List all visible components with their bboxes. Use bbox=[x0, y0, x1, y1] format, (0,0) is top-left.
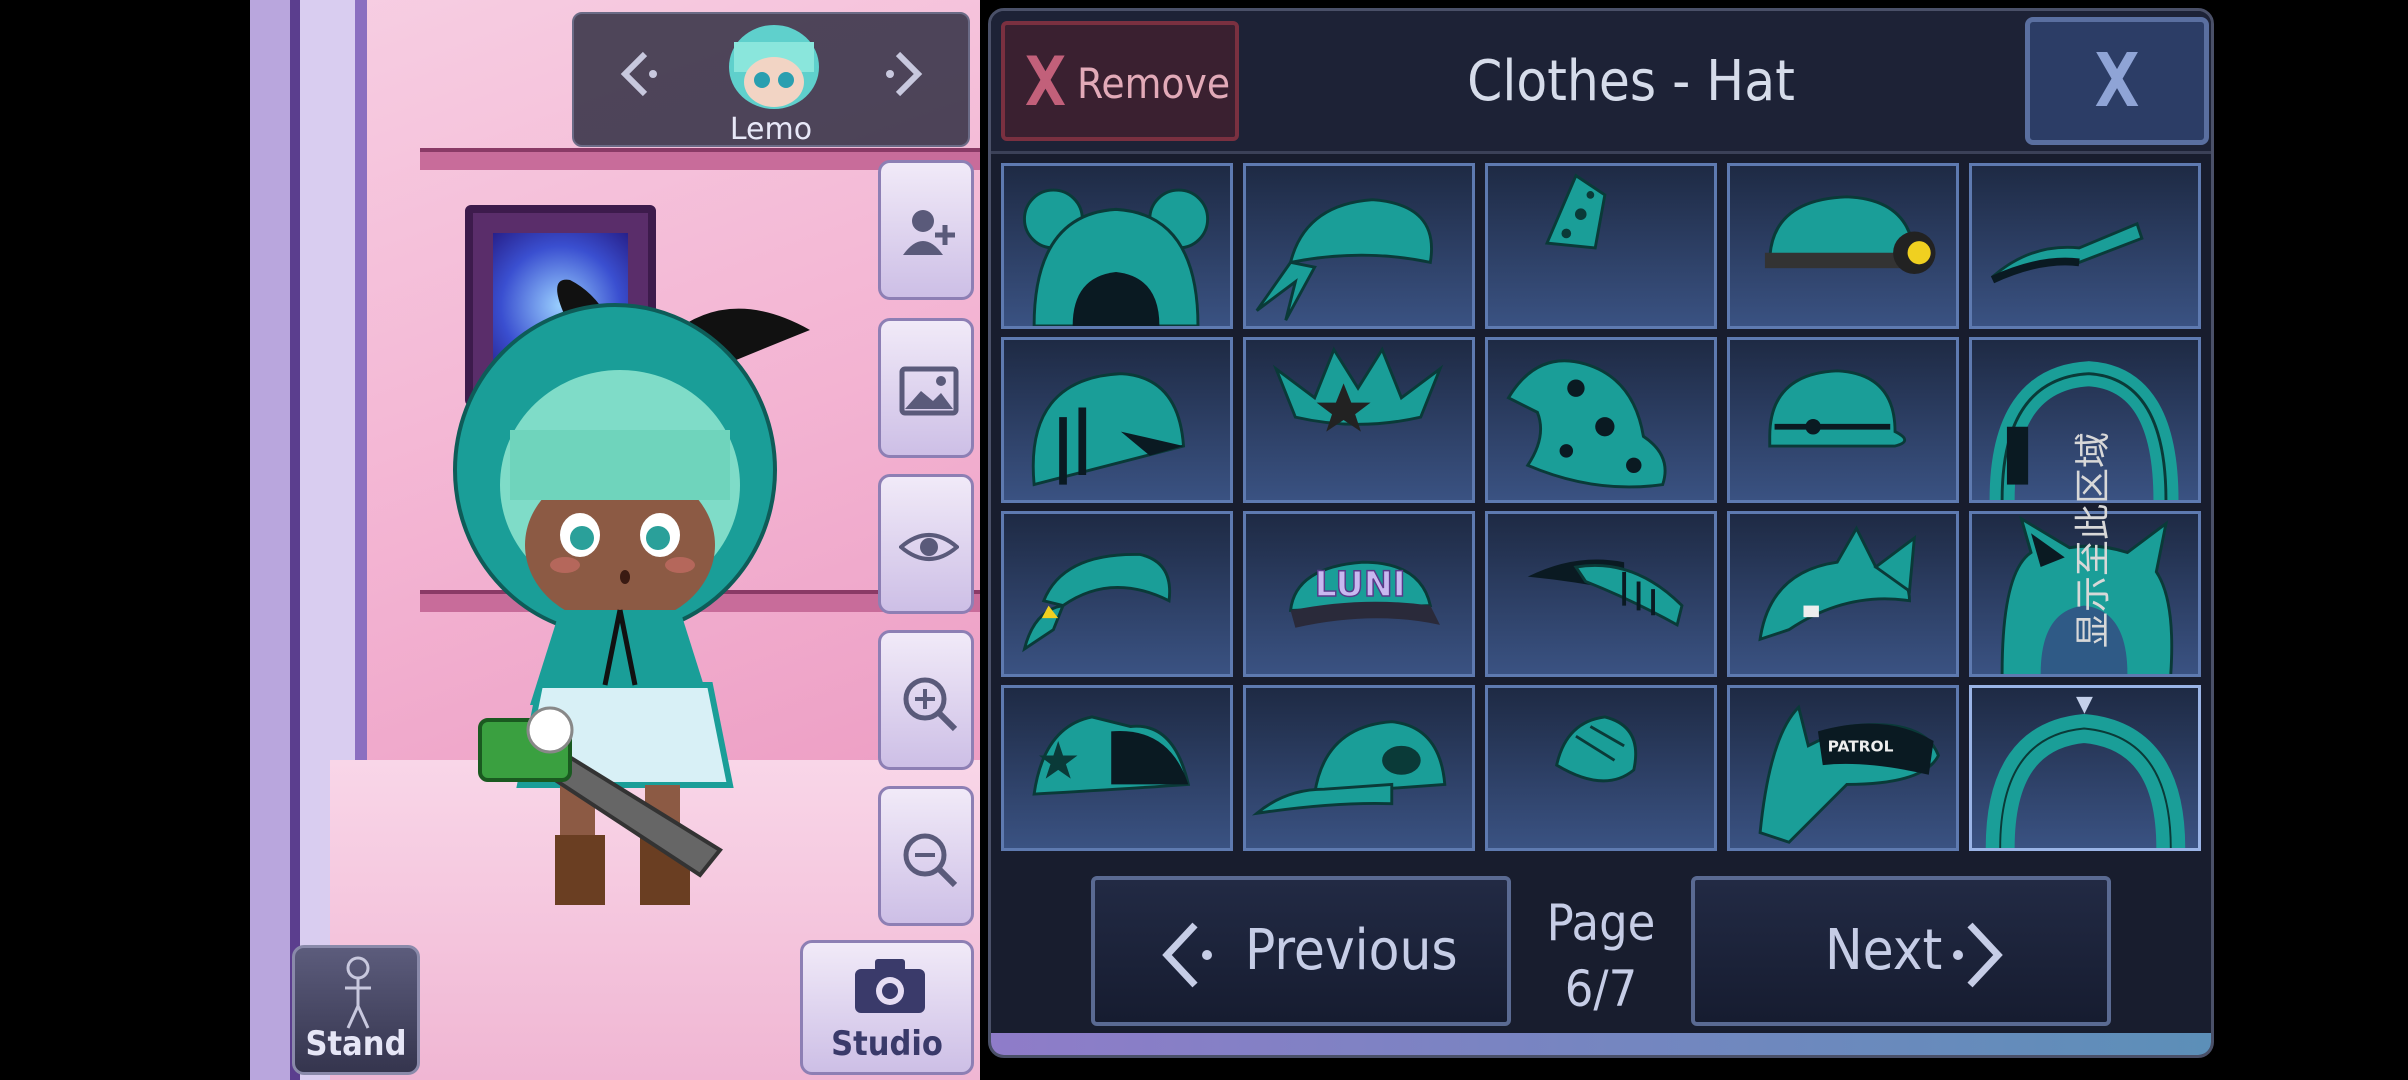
pagination: Previous Page 6/7 Next bbox=[991, 866, 2211, 1036]
panel-bottom-bar bbox=[991, 1033, 2211, 1055]
panel-header: X Remove Clothes - Hat X bbox=[991, 11, 2211, 154]
hat-item-star-cat-cap[interactable] bbox=[1001, 685, 1233, 851]
camera-icon bbox=[855, 959, 925, 1013]
svg-text:PATROL: PATROL bbox=[1828, 738, 1894, 756]
wall-pillar-edge bbox=[290, 0, 300, 1080]
studio-button[interactable]: Studio bbox=[800, 940, 974, 1075]
remove-x-icon: X bbox=[1025, 43, 1066, 122]
add-person-icon bbox=[903, 210, 955, 255]
hat-item-patrol-cap-with-ears[interactable]: PATROL bbox=[1727, 685, 1959, 851]
svg-text:LUNI: LUNI bbox=[1315, 565, 1406, 605]
next-label: Next bbox=[1825, 918, 1943, 983]
background-button[interactable] bbox=[878, 318, 974, 458]
remove-label: Remove bbox=[1077, 59, 1231, 108]
hat-item-bandana[interactable] bbox=[1243, 163, 1475, 329]
hat-item-luni-cap[interactable]: LUNI bbox=[1243, 511, 1475, 677]
character-switcher: Lemo bbox=[572, 12, 970, 147]
hat-grid: LUNI PATROL ▼ bbox=[1001, 163, 2201, 851]
display-area-hint: 显示至此区域 bbox=[2050, 0, 2130, 1080]
hat-item-bowler-hat[interactable] bbox=[1727, 337, 1959, 503]
display-area-hint-text: 显示至此区域 bbox=[2073, 431, 2114, 649]
previous-label: Previous bbox=[1245, 918, 1458, 983]
hat-item-small-beret[interactable] bbox=[1485, 685, 1717, 851]
hat-item-polka-dot-party-hat[interactable] bbox=[1485, 163, 1717, 329]
next-page-button[interactable]: Next bbox=[1691, 876, 2111, 1026]
character-scene: Lemo Stand bbox=[250, 0, 980, 1080]
chevron-right-icon bbox=[886, 51, 923, 97]
stand-button[interactable]: Stand bbox=[292, 945, 420, 1075]
page-value: 6/7 bbox=[1564, 960, 1638, 1018]
wall-pillar bbox=[250, 0, 290, 1080]
hat-item-backward-cap[interactable] bbox=[1243, 685, 1475, 851]
hat-item-cat-ear-cap[interactable] bbox=[1727, 511, 1959, 677]
visibility-button[interactable] bbox=[878, 474, 974, 614]
page-word: Page bbox=[1546, 894, 1656, 952]
clothes-panel: X Remove Clothes - Hat X LUNI PATROL ▼ P… bbox=[988, 8, 2214, 1058]
page-indicator: Page 6/7 bbox=[1531, 890, 1671, 1022]
chevron-left-icon bbox=[620, 51, 657, 97]
add-character-button[interactable] bbox=[878, 160, 974, 300]
zoom-in-button[interactable] bbox=[878, 630, 974, 770]
stand-label: Stand bbox=[305, 1024, 407, 1064]
character-sprite[interactable] bbox=[430, 265, 950, 945]
previous-page-button[interactable]: Previous bbox=[1091, 876, 1511, 1026]
hat-item-miner-helmet[interactable] bbox=[1727, 163, 1959, 329]
panel-title: Clothes - Hat bbox=[1467, 49, 1795, 114]
next-character-button[interactable] bbox=[874, 44, 934, 104]
chevron-right-icon bbox=[1953, 922, 2003, 988]
character-avatar[interactable] bbox=[724, 22, 824, 117]
hat-item-bear-ear-hood[interactable] bbox=[1001, 163, 1233, 329]
hat-item-star-crown[interactable] bbox=[1243, 337, 1475, 503]
remove-button[interactable]: X Remove bbox=[1001, 21, 1239, 141]
hat-item-baseball-cap[interactable] bbox=[1001, 511, 1233, 677]
game-screen: Lemo Stand Studio X Remove Clothes - Hat… bbox=[250, 0, 2258, 1080]
image-icon bbox=[899, 366, 959, 416]
previous-character-button[interactable] bbox=[609, 44, 669, 104]
chevron-left-icon bbox=[1162, 922, 1212, 988]
stand-figure-icon bbox=[345, 956, 371, 1029]
studio-label: Studio bbox=[831, 1024, 943, 1064]
hat-item-polka-dot-witch-hat[interactable] bbox=[1485, 337, 1717, 503]
eye-icon bbox=[899, 533, 959, 561]
zoom-out-button[interactable] bbox=[878, 786, 974, 926]
hat-item-sport-cap[interactable] bbox=[1485, 511, 1717, 677]
zoom-out-icon bbox=[903, 833, 958, 888]
hat-item-striped-cap[interactable] bbox=[1001, 337, 1233, 503]
character-name: Lemo bbox=[729, 112, 813, 147]
zoom-in-icon bbox=[903, 677, 958, 732]
